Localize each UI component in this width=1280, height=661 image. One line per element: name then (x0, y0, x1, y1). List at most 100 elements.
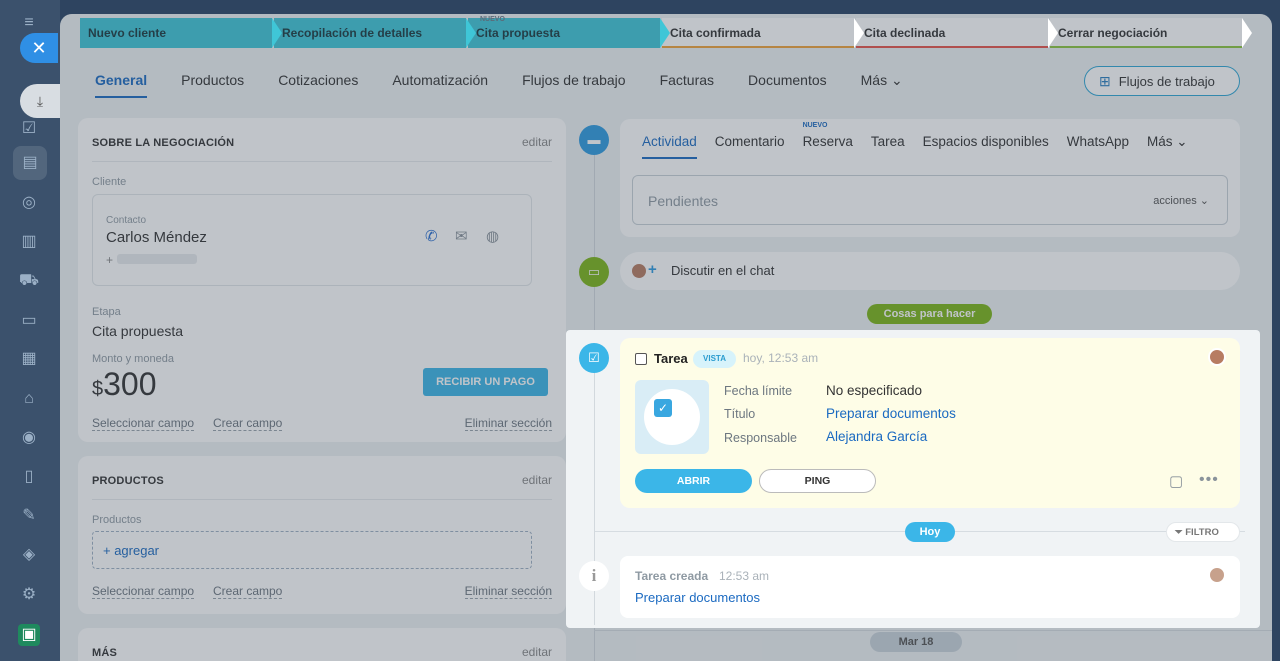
tab-cotizaciones[interactable]: Cotizaciones (278, 72, 358, 98)
workflow-icon: ⊞ (1099, 72, 1111, 89)
tab-flujos[interactable]: Flujos de trabajo (522, 72, 626, 98)
responsible-label: Responsable (724, 431, 797, 445)
discuss-chat-row[interactable]: + Discutir en el chat (620, 252, 1240, 290)
more-options-icon[interactable]: ••• (1199, 471, 1219, 489)
card-title: MÁS (92, 647, 118, 659)
tab-actividad[interactable]: Actividad (642, 134, 697, 159)
stage-recopilacion[interactable]: Recopilación de detalles (274, 18, 476, 48)
contact-phone: + (106, 253, 198, 267)
ping-button[interactable]: PING (759, 469, 876, 493)
pen-icon[interactable]: ✎ (18, 505, 40, 527)
tab-mas[interactable]: Más ⌄ (861, 72, 903, 98)
tasks-icon[interactable]: ☑ (18, 118, 40, 140)
stage-nuevo-cliente[interactable]: Nuevo cliente (80, 18, 282, 48)
edit-link[interactable]: editar (522, 473, 552, 487)
delete-section-link[interactable]: Eliminar sección (464, 416, 552, 431)
tab-whatsapp[interactable]: WhatsApp (1067, 134, 1129, 159)
tab-automatizacion[interactable]: Automatización (392, 72, 488, 98)
crm-filter-icon[interactable]: ▤ (13, 146, 47, 180)
tab-reserva-label: Reserva (802, 134, 853, 149)
contact-name[interactable]: Carlos Méndez (106, 229, 207, 246)
add-product-button[interactable]: + agregar (92, 531, 532, 569)
pending-input[interactable]: Pendientes acciones ⌄ (632, 175, 1228, 225)
tab-comentario[interactable]: Comentario (715, 134, 785, 159)
deadline-label: Fecha límite (724, 384, 793, 398)
task-card: Tarea VISTA hoy, 12:53 am ✓ Fecha límite… (620, 338, 1240, 508)
tab-general[interactable]: General (95, 72, 148, 98)
stage-bar: Nuevo cliente Recopilación de detalles N… (80, 16, 1252, 48)
responsible-value[interactable]: Alejandra García (826, 429, 927, 444)
chevron-down-icon: ⌄ (1176, 134, 1188, 149)
box-icon[interactable]: ◈ (18, 544, 40, 566)
tab-tarea[interactable]: Tarea (871, 134, 905, 159)
stage-cita-propuesta[interactable]: NUEVO Cita propuesta (468, 16, 670, 48)
title-value[interactable]: Preparar documentos (826, 406, 956, 421)
stage-field-label: Etapa (92, 306, 121, 318)
new-tag: NUEVO (802, 122, 828, 129)
create-field-link[interactable]: Crear campo (213, 584, 283, 599)
deadline-value[interactable]: No especificado (826, 383, 922, 398)
avatar (1208, 348, 1226, 366)
contact-card-icon[interactable]: ▭ (18, 310, 40, 332)
tab-mas-activity[interactable]: Más ⌄ (1147, 134, 1188, 159)
close-slider-button[interactable]: ✕ (20, 33, 58, 63)
workflows-button[interactable]: ⊞ Flujos de trabajo (1084, 66, 1240, 96)
tab-espacios[interactable]: Espacios disponibles (923, 134, 1049, 159)
store-icon[interactable]: ⌂ (18, 388, 40, 410)
log-link[interactable]: Preparar documentos (635, 590, 760, 605)
card-title: PRODUCTOS (92, 475, 164, 487)
task-checkbox[interactable] (635, 353, 647, 365)
receive-payment-button[interactable]: RECIBIR UN PAGO (423, 368, 548, 396)
note-icon[interactable]: ▢ (1169, 472, 1183, 490)
chat-bubble-icon[interactable]: ◍ (486, 227, 499, 245)
calendar-icon[interactable]: ▦ (18, 348, 40, 370)
tab-facturas[interactable]: Facturas (660, 72, 714, 98)
app-icon[interactable]: ▣ (18, 624, 40, 646)
tab-productos[interactable]: Productos (181, 72, 244, 98)
products-label: Productos (92, 514, 142, 526)
log-card: Tarea creada 12:53 am Preparar documento… (620, 556, 1240, 618)
analytics-icon[interactable]: ▥ (18, 231, 40, 253)
activity-tabs: Actividad Comentario NUEVO Reserva Tarea … (642, 122, 1188, 159)
tab-documentos[interactable]: Documentos (748, 72, 827, 98)
menu-icon[interactable]: ≡ (18, 12, 40, 34)
actions-dropdown[interactable]: acciones ⌄ (1153, 176, 1209, 226)
tab-reserva[interactable]: NUEVO Reserva (802, 122, 853, 159)
phone-prefix: + (106, 253, 114, 267)
task-time: hoy, 12:53 am (743, 351, 819, 365)
settings-icon[interactable]: ⚙ (18, 584, 40, 606)
phone-icon[interactable]: ✆ (425, 227, 438, 245)
amount-label: Monto y moneda (92, 353, 174, 365)
document-icon[interactable]: ▯ (18, 466, 40, 488)
mail-icon[interactable]: ✉ (455, 227, 468, 245)
stage-cerrar-negociacion[interactable]: Cerrar negociación (1050, 18, 1252, 48)
select-field-link[interactable]: Seleccionar campo (92, 584, 195, 599)
contact-label: Contacto (106, 215, 147, 226)
currency-symbol: $ (92, 378, 104, 400)
create-field-link[interactable]: Crear campo (213, 416, 283, 431)
today-pill: Hoy (905, 522, 955, 542)
filter-button[interactable]: ⏷ FILTRO (1166, 522, 1240, 542)
todo-pill: Cosas para hacer (867, 304, 992, 324)
avatar (630, 262, 648, 280)
open-task-button[interactable]: ABRIR (635, 469, 752, 493)
stage-cita-declinada[interactable]: Cita declinada (856, 18, 1058, 48)
pending-placeholder: Pendientes (648, 193, 719, 209)
minimize-tab-icon[interactable]: ⤓ (20, 84, 60, 118)
task-icon: ☑ (579, 343, 609, 373)
stage-field-value: Cita propuesta (92, 323, 184, 339)
checkbox-icon: ✓ (654, 399, 672, 417)
card-title: SOBRE LA NEGOCIACIÓN (92, 137, 235, 149)
edit-link[interactable]: editar (522, 645, 552, 659)
select-field-link[interactable]: Seleccionar campo (92, 416, 195, 431)
delete-section-link[interactable]: Eliminar sección (464, 584, 552, 599)
tab-mas-label: Más (1146, 134, 1173, 149)
status-badge: VISTA (693, 350, 736, 368)
target-icon[interactable]: ◉ (18, 427, 40, 449)
stage-cita-confirmada[interactable]: Cita confirmada (662, 18, 864, 48)
robot-icon[interactable]: ◎ (18, 192, 40, 214)
deal-tabs: General Productos Cotizaciones Automatiz… (95, 72, 903, 98)
edit-link[interactable]: editar (522, 135, 552, 149)
cart-icon[interactable]: ⛟ (18, 270, 40, 292)
stage-label: Nuevo cliente (88, 26, 167, 40)
